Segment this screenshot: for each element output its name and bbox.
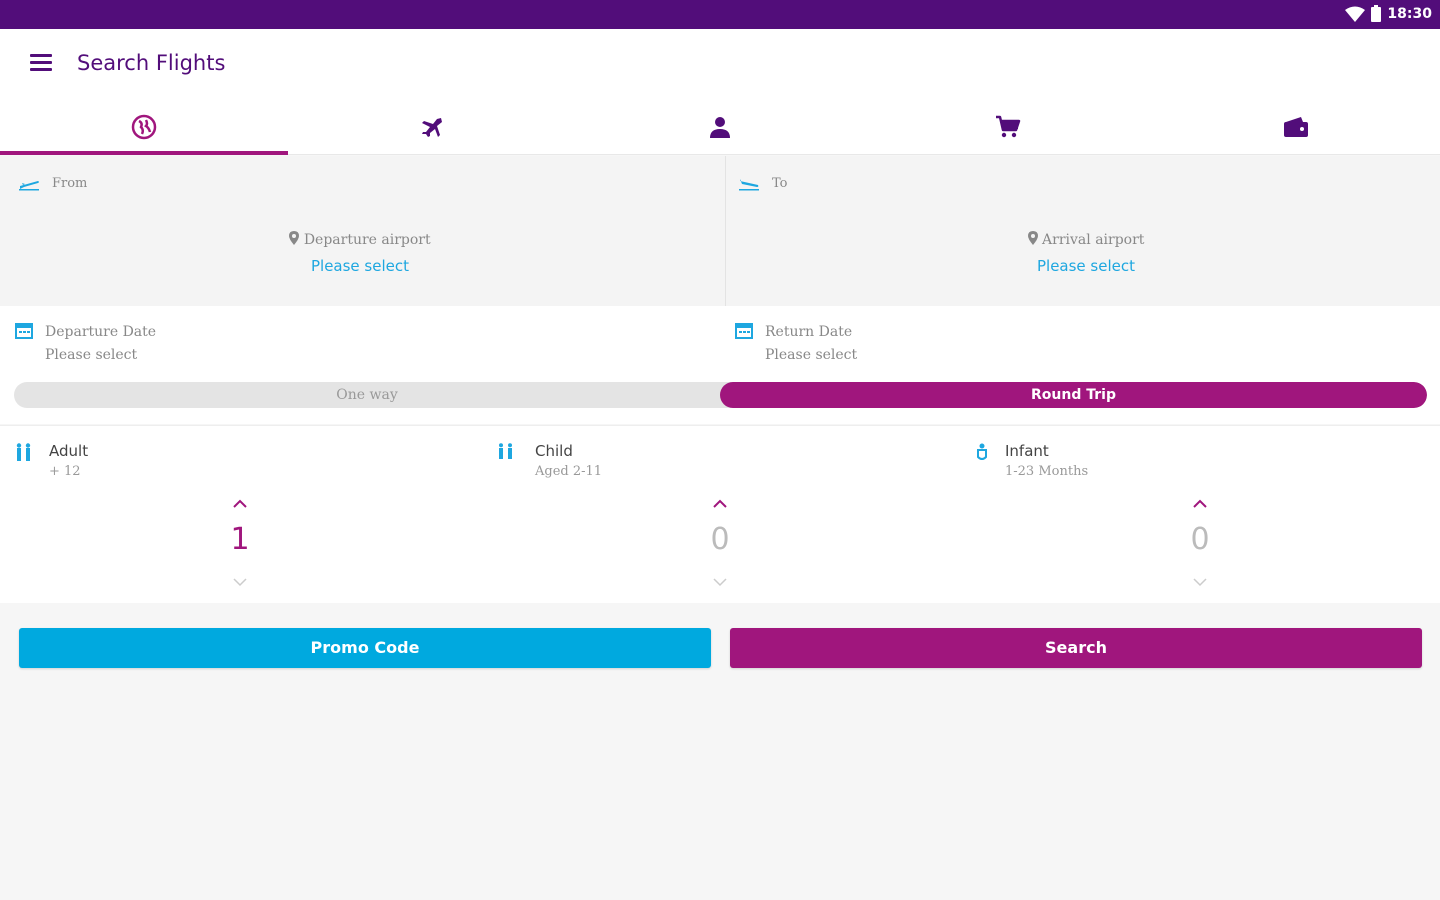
child-age-range: Aged 2-11 — [535, 464, 603, 479]
tab-flights[interactable] — [288, 99, 576, 154]
route-section: From Departure airport Please select To … — [0, 156, 1440, 306]
location-pin-icon — [1027, 231, 1038, 245]
from-label: From — [52, 176, 88, 191]
adult-label: Adult — [49, 442, 89, 460]
person-icon — [710, 116, 730, 138]
child-icon — [499, 443, 512, 459]
infant-label: Infant — [1005, 442, 1049, 460]
page-title: Search Flights — [77, 51, 226, 75]
arrival-airport-value[interactable]: Please select — [732, 257, 1440, 275]
return-date-picker[interactable]: Return Date Please select — [735, 322, 1035, 372]
adult-icon — [16, 443, 31, 461]
calendar-icon — [15, 323, 33, 339]
infant-increment-chevron-up-icon[interactable] — [1188, 496, 1212, 512]
infant-icon — [977, 443, 987, 460]
airplane-icon — [422, 117, 442, 137]
adult-decrement-chevron-down-icon[interactable] — [228, 574, 252, 590]
takeoff-icon — [19, 181, 39, 191]
infant-count: 0 — [1190, 522, 1210, 557]
arrival-airport-hint-text: Arrival airport — [1042, 232, 1145, 248]
child-decrement-chevron-down-icon[interactable] — [708, 574, 732, 590]
departure-date-label: Departure Date — [45, 324, 157, 340]
promo-code-button[interactable]: Promo Code — [19, 628, 711, 668]
from-airport-selector[interactable]: From Departure airport Please select — [0, 156, 720, 306]
departure-airport-hint: Departure airport — [0, 231, 720, 248]
departure-date-picker[interactable]: Departure Date Please select — [15, 322, 315, 372]
wifi-icon — [1345, 6, 1366, 22]
tab-cart[interactable] — [864, 99, 1152, 154]
departure-date-value: Please select — [45, 347, 138, 363]
wallet-icon — [1284, 116, 1308, 137]
child-counter: Child Aged 2-11 0 — [480, 426, 960, 604]
infant-age-range: 1-23 Months — [1005, 464, 1089, 479]
hamburger-menu-icon[interactable] — [30, 54, 52, 72]
departure-airport-hint-text: Departure airport — [303, 232, 431, 248]
one-way-option[interactable]: One way — [14, 382, 720, 408]
location-pin-icon — [289, 231, 300, 245]
child-count: 0 — [710, 522, 730, 557]
departure-airport-value[interactable]: Please select — [0, 257, 720, 275]
cart-icon — [996, 115, 1021, 137]
status-time: 18:30 — [1387, 5, 1432, 22]
trip-type-toggle: One way Round Trip — [14, 382, 1427, 408]
infant-counter: Infant 1-23 Months 0 — [960, 426, 1440, 604]
to-label: To — [772, 176, 788, 191]
return-date-value: Please select — [765, 347, 858, 363]
search-button[interactable]: Search — [730, 628, 1422, 668]
adult-increment-chevron-up-icon[interactable] — [228, 496, 252, 512]
child-label: Child — [535, 442, 573, 460]
battery-icon — [1371, 5, 1382, 22]
round-trip-option[interactable]: Round Trip — [720, 382, 1427, 408]
return-date-label: Return Date — [765, 324, 853, 340]
child-increment-chevron-up-icon[interactable] — [708, 496, 732, 512]
arrival-airport-hint: Arrival airport — [732, 231, 1440, 248]
adult-count: 1 — [230, 522, 250, 557]
tab-bar — [0, 99, 1440, 155]
passengers-section: Adult + 12 1 Child Aged 2-11 0 Infant 1-… — [0, 425, 1440, 603]
adult-age-range: + 12 — [49, 464, 81, 479]
infant-decrement-chevron-down-icon[interactable] — [1188, 574, 1212, 590]
calendar-icon — [735, 323, 753, 339]
status-bar: 18:30 — [0, 0, 1440, 29]
landing-icon — [739, 179, 759, 191]
adult-counter: Adult + 12 1 — [0, 426, 480, 604]
status-icons: 18:30 — [1345, 5, 1432, 22]
tab-search[interactable] — [0, 99, 288, 155]
to-airport-selector[interactable]: To Arrival airport Please select — [732, 156, 1440, 306]
route-divider — [725, 156, 726, 306]
tab-passengers[interactable] — [576, 99, 864, 154]
app-bar: Search Flights — [0, 29, 1440, 99]
tab-wallet[interactable] — [1152, 99, 1440, 154]
globe-icon — [131, 114, 157, 139]
